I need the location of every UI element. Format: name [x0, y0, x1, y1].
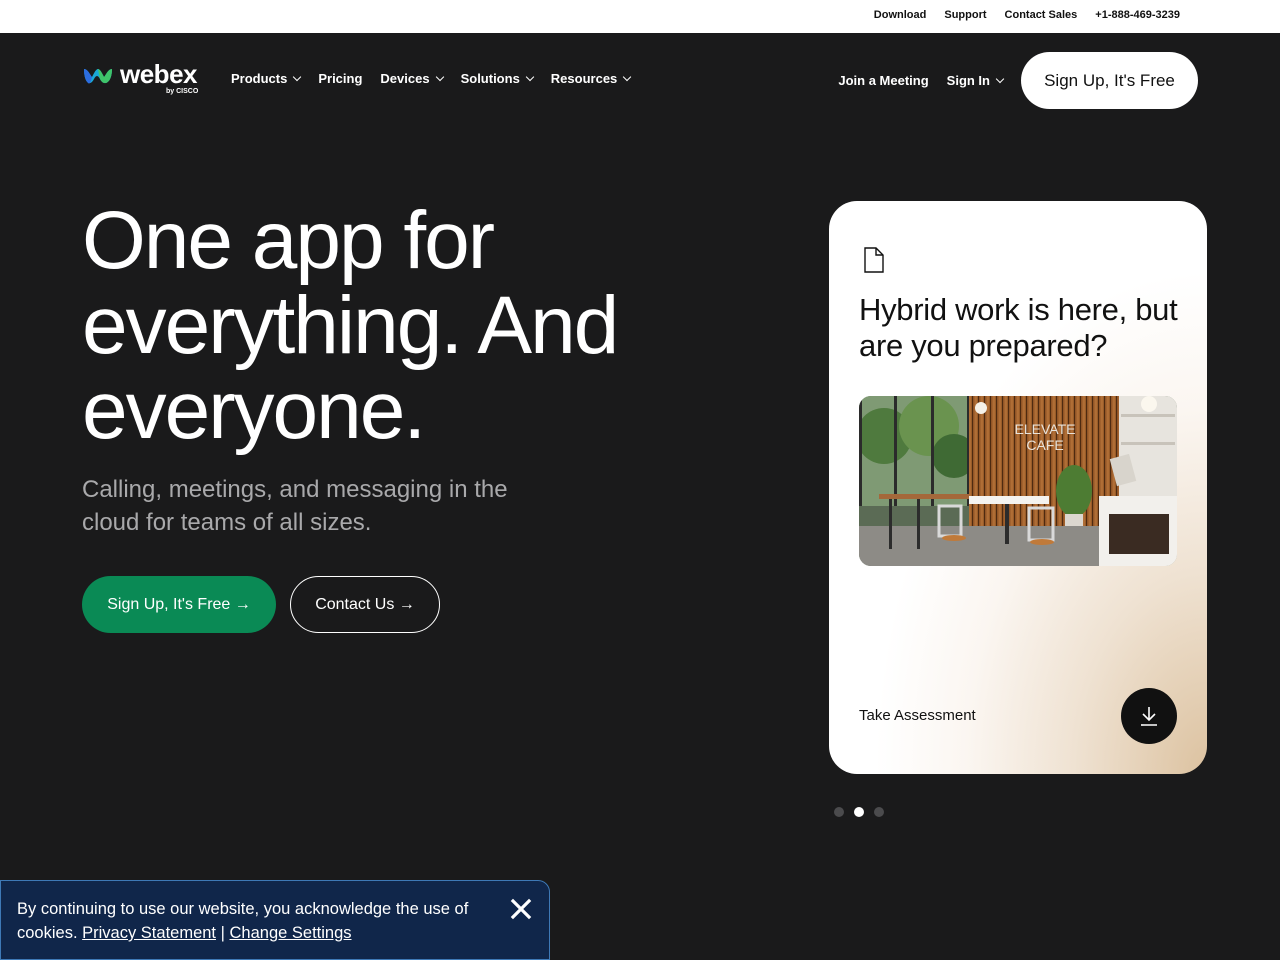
hero-subtitle: Calling, meetings, and messaging in the …	[82, 476, 508, 536]
contact-us-button[interactable]: Contact Us →	[290, 576, 440, 633]
webex-logo-icon	[84, 69, 112, 84]
utility-bar: Download Support Contact Sales +1-888-46…	[0, 0, 1280, 33]
secondary-nav: Join a Meeting Sign In Sign Up, It's Fre…	[838, 52, 1198, 109]
take-assessment-link[interactable]: Take Assessment	[859, 707, 976, 724]
document-icon	[864, 247, 884, 273]
chevron-down-icon	[525, 72, 535, 81]
nav-item-label: Resources	[550, 71, 618, 86]
cookie-text-block: By continuing to use our website, you ac…	[17, 897, 487, 945]
nav-item-resources[interactable]: Resources	[550, 71, 632, 86]
carousel-dot-active[interactable]	[854, 807, 864, 817]
signup-hero-button[interactable]: Sign Up, It's Free →	[82, 576, 276, 633]
phone-link[interactable]: +1-888-469-3239	[1095, 9, 1180, 21]
signup-header-button[interactable]: Sign Up, It's Free	[1021, 52, 1198, 109]
hero-cta-row: Sign Up, It's Free → Contact Us →	[82, 576, 440, 633]
sign-in-menu[interactable]: Sign In	[946, 73, 1005, 88]
chevron-down-icon	[435, 72, 444, 81]
logo-wordmark: webex	[120, 59, 198, 89]
download-link[interactable]: Download	[874, 9, 927, 21]
download-icon	[1141, 707, 1157, 726]
nav-item-solutions[interactable]: Solutions	[460, 71, 535, 86]
join-meeting-link[interactable]: Join a Meeting	[838, 73, 928, 88]
cafe-photo: ELEVATE CAFE	[859, 396, 1177, 566]
logo-by-cisco: by CISCO	[166, 88, 199, 95]
svg-text:ELEVATE: ELEVATE	[1015, 421, 1076, 437]
nav-item-label: Pricing	[318, 71, 363, 86]
hero-title: One app for everything. And everyone.	[82, 198, 722, 453]
carousel-dot[interactable]	[874, 807, 884, 817]
chevron-down-icon	[995, 74, 1005, 83]
cookie-separator: |	[220, 924, 225, 942]
promo-card-title: Hybrid work is here, but are you prepare…	[859, 292, 1178, 363]
nav-item-pricing[interactable]: Pricing	[318, 71, 362, 86]
utility-links: Download Support Contact Sales +1-888-46…	[874, 9, 1180, 21]
primary-nav-links: Products Pricing Devices Solutions Resou…	[231, 71, 632, 86]
carousel-dots	[834, 807, 884, 817]
cafe-illustration: ELEVATE CAFE	[859, 396, 1177, 566]
nav-item-label: Products	[231, 71, 288, 86]
contact-sales-link[interactable]: Contact Sales	[1005, 9, 1078, 21]
promo-card[interactable]: Hybrid work is here, but are you prepare…	[829, 201, 1207, 774]
webex-logo[interactable]: webex by CISCO	[82, 59, 212, 103]
main-nav: webex by CISCO Products Pricing Devices …	[0, 33, 1280, 125]
nav-item-label: Devices	[380, 71, 430, 86]
carousel-dot[interactable]	[834, 807, 844, 817]
privacy-statement-link[interactable]: Privacy Statement	[82, 924, 216, 942]
chevron-down-icon	[293, 72, 302, 81]
download-button[interactable]	[1121, 688, 1177, 744]
nav-item-label: Solutions	[460, 71, 520, 86]
close-icon[interactable]	[509, 897, 533, 921]
hero-title-line: One app for	[82, 195, 495, 286]
change-settings-link[interactable]: Change Settings	[230, 924, 352, 942]
nav-item-products[interactable]: Products	[231, 71, 302, 86]
hero-title-line: everyone.	[82, 365, 426, 456]
svg-text:CAFE: CAFE	[1026, 437, 1063, 453]
support-link[interactable]: Support	[944, 9, 986, 21]
chevron-down-icon	[623, 72, 632, 81]
sign-in-label: Sign In	[946, 73, 990, 88]
hero-title-line: everything. And	[82, 280, 619, 371]
cookie-banner: By continuing to use our website, you ac…	[0, 880, 550, 960]
nav-item-devices[interactable]: Devices	[380, 71, 444, 86]
